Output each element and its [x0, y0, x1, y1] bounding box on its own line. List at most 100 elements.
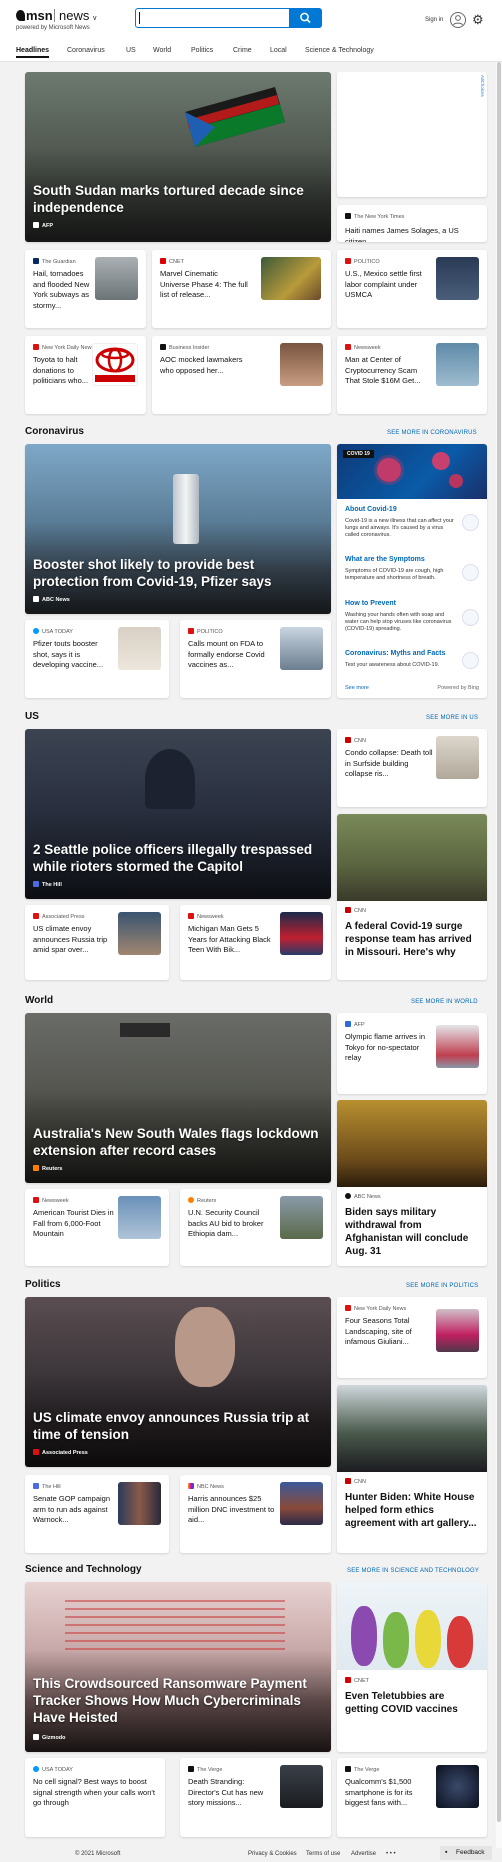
search-input[interactable] [135, 8, 290, 28]
card-title[interactable]: AOC mocked lawmakers who opposed her... [160, 355, 248, 376]
see-more-politics-link[interactable]: SEE MORE IN POLITICS [406, 1283, 478, 1289]
card-cnn-hunter-biden[interactable]: CNN Hunter Biden: White House helped for… [337, 1385, 487, 1553]
gear-icon[interactable]: ⚙ [472, 13, 484, 26]
card-title[interactable]: A federal Covid-19 surge response team h… [345, 920, 479, 959]
card-title[interactable]: Haiti names James Solages, a US citizen,… [345, 226, 479, 242]
tab-local[interactable]: Local [270, 47, 287, 54]
card-title[interactable]: Toyota to halt donations to politicians … [33, 355, 95, 387]
tab-world[interactable]: World [153, 47, 171, 54]
card-newsweek-tourist[interactable]: Newsweek American Tourist Dies in Fall f… [25, 1189, 169, 1266]
card-newsweek-michigan[interactable]: Newsweek Michigan Man Gets 5 Years for A… [180, 905, 331, 980]
card-title[interactable]: Hail, tornadoes and flooded New York sub… [33, 269, 95, 311]
card-politico-usmca[interactable]: POLITICO U.S., Mexico settle first labor… [337, 250, 487, 328]
adchoices-label[interactable]: AdChoices [479, 75, 485, 105]
card-nbc-harris[interactable]: NBC News Harris announces $25 million DN… [180, 1475, 331, 1553]
card-title[interactable]: Pfizer touts booster shot, says it is de… [33, 639, 113, 671]
tab-us[interactable]: US [126, 47, 136, 54]
card-title[interactable]: Michigan Man Gets 5 Years for Attacking … [188, 924, 276, 956]
covid-item-title[interactable]: About Covid-19 [345, 506, 397, 513]
card-newsweek-crypto[interactable]: Newsweek Man at Center of Cryptocurrency… [337, 336, 487, 414]
card-politico-fda[interactable]: POLITICO Calls mount on FDA to formally … [180, 620, 331, 698]
see-more-world-link[interactable]: SEE MORE IN WORLD [411, 999, 478, 1005]
reuters-logo-icon [33, 1165, 39, 1171]
hero-card-booster[interactable]: Booster shot likely to provide best prot… [25, 444, 331, 614]
card-title[interactable]: Calls mount on FDA to formally endorse C… [188, 639, 274, 671]
card-aoc[interactable]: Business Insider AOC mocked lawmakers wh… [152, 336, 331, 414]
tab-politics[interactable]: Politics [191, 47, 213, 54]
hero-title[interactable]: 2 Seattle police officers illegally tres… [33, 841, 321, 875]
covid-see-more-link[interactable]: See more [345, 685, 369, 691]
scrollbar-thumb[interactable] [497, 62, 501, 1822]
card-reuters-ethiopia[interactable]: Reuters U.N. Security Council backs AU b… [180, 1189, 331, 1266]
card-verge-death-stranding[interactable]: The Verge Death Stranding: Director's Cu… [180, 1758, 331, 1837]
card-cnn-missouri[interactable]: CNN A federal Covid-19 surge response te… [337, 814, 487, 980]
card-title[interactable]: Harris announces $25 million DNC investm… [188, 1494, 276, 1526]
card-verge-qualcomm[interactable]: The Verge Qualcomm's $1,500 smartphone i… [337, 1758, 487, 1837]
card-cnet-teletubbies[interactable]: CNET Even Teletubbies are getting COVID … [337, 1582, 487, 1752]
card-title[interactable]: US climate envoy announces Russia trip a… [33, 924, 117, 956]
hero-title[interactable]: Australia's New South Wales flags lockdo… [33, 1125, 321, 1159]
tab-headlines[interactable]: Headlines [16, 47, 50, 58]
card-title[interactable]: Man at Center of Cryptocurrency Scam Tha… [345, 355, 433, 387]
card-usatoday-pfizer[interactable]: USA TODAY Pfizer touts booster shot, say… [25, 620, 169, 698]
card-title[interactable]: Even Teletubbies are getting COVID vacci… [345, 1690, 479, 1716]
card-title[interactable]: Four Seasons Total Landscaping, site of … [345, 1316, 433, 1348]
news-menu[interactable]: news v [59, 8, 96, 23]
hero-title[interactable]: Booster shot likely to provide best prot… [33, 556, 321, 590]
card-title[interactable]: Biden says military withdrawal from Afgh… [345, 1206, 479, 1258]
hero-card-seattle-police[interactable]: 2 Seattle police officers illegally tres… [25, 729, 331, 899]
scrollbar-track[interactable] [496, 62, 502, 1848]
card-title[interactable]: Hunter Biden: White House helped form et… [345, 1491, 479, 1530]
card-title[interactable]: U.N. Security Council backs AU bid to br… [188, 1208, 276, 1240]
terms-link[interactable]: Terms of use [306, 1851, 340, 1857]
card-nydn-toyota[interactable]: New York Daily News Toyota to halt donat… [25, 336, 146, 414]
card-thehill-gop[interactable]: The Hill Senate GOP campaign arm to run … [25, 1475, 169, 1553]
msn-logo[interactable]: msn [16, 8, 53, 23]
tab-science-technology[interactable]: Science & Technology [305, 47, 374, 54]
card-title[interactable]: Olympic flame arrives in Tokyo for no-sp… [345, 1032, 433, 1064]
hero-title[interactable]: This Crowdsourced Ransomware Payment Tra… [33, 1675, 321, 1726]
card-title[interactable]: U.S., Mexico settle first labor complain… [345, 269, 433, 301]
privacy-link[interactable]: Privacy & Cookies [248, 1851, 297, 1857]
covid-item-title[interactable]: How to Prevent [345, 600, 396, 607]
see-more-coronavirus-link[interactable]: SEE MORE IN CORONAVIRUS [387, 430, 477, 436]
hero-card-australia[interactable]: Australia's New South Wales flags lockdo… [25, 1013, 331, 1183]
advertise-link[interactable]: Advertise [351, 1851, 376, 1857]
card-title[interactable]: Marvel Cinematic Universe Phase 4: The f… [160, 269, 248, 301]
card-usatoday-cell-signal[interactable]: USA TODAY No cell signal? Best ways to b… [25, 1758, 165, 1837]
hero-card-kerry[interactable]: US climate envoy announces Russia trip a… [25, 1297, 331, 1467]
cnn-logo-icon [345, 907, 351, 913]
card-title[interactable]: No cell signal? Best ways to boost signa… [33, 1777, 159, 1809]
card-abc-biden[interactable]: ABC News Biden says military withdrawal … [337, 1100, 487, 1266]
covid-item-title[interactable]: Coronavirus: Myths and Facts [345, 650, 445, 657]
card-afp-olympic[interactable]: AFP Olympic flame arrives in Tokyo for n… [337, 1013, 487, 1094]
hero-title[interactable]: South Sudan marks tortured decade since … [33, 182, 321, 216]
card-title[interactable]: Death Stranding: Director's Cut has new … [188, 1777, 276, 1809]
hero-card-ransomware[interactable]: This Crowdsourced Ransomware Payment Tra… [25, 1582, 331, 1752]
card-cnn-condo[interactable]: CNN Condo collapse: Death toll in Surfsi… [337, 729, 487, 807]
card-cnet-marvel[interactable]: CNET Marvel Cinematic Universe Phase 4: … [152, 250, 331, 328]
card-nydn-four-seasons[interactable]: New York Daily News Four Seasons Total L… [337, 1297, 487, 1378]
ad-slot[interactable]: AdChoices [337, 72, 487, 197]
hero-card-south-sudan[interactable]: South Sudan marks tortured decade since … [25, 72, 331, 242]
section-heading-coronavirus: Coronavirus [25, 426, 84, 437]
covid-item-title[interactable]: What are the Symptoms [345, 556, 425, 563]
card-title[interactable]: American Tourist Dies in Fall from 6,000… [33, 1208, 117, 1240]
card-title[interactable]: Senate GOP campaign arm to run ads again… [33, 1494, 113, 1526]
tab-coronavirus[interactable]: Coronavirus [67, 47, 105, 54]
avatar[interactable] [450, 12, 466, 28]
text-cursor [139, 12, 140, 24]
card-title[interactable]: Qualcomm's $1,500 smartphone is for its … [345, 1777, 433, 1809]
side-card-haiti[interactable]: The New York Times Haiti names James Sol… [337, 205, 487, 242]
hero-title[interactable]: US climate envoy announces Russia trip a… [33, 1409, 321, 1443]
see-more-science-link[interactable]: SEE MORE IN SCIENCE AND TECHNOLOGY [347, 1568, 479, 1574]
feedback-button[interactable]: ▪ Feedback [440, 1846, 492, 1860]
card-guardian[interactable]: The Guardian Hail, tornadoes and flooded… [25, 250, 146, 328]
card-ap-climate[interactable]: Associated Press US climate envoy announ… [25, 905, 169, 980]
see-more-us-link[interactable]: SEE MORE IN US [426, 715, 478, 721]
sign-in-link[interactable]: Sign in [425, 17, 443, 23]
more-icon[interactable]: • • • [386, 1851, 396, 1857]
search-button[interactable] [289, 8, 322, 28]
card-title[interactable]: Condo collapse: Death toll in Surfside b… [345, 748, 433, 780]
tab-crime[interactable]: Crime [233, 47, 252, 54]
